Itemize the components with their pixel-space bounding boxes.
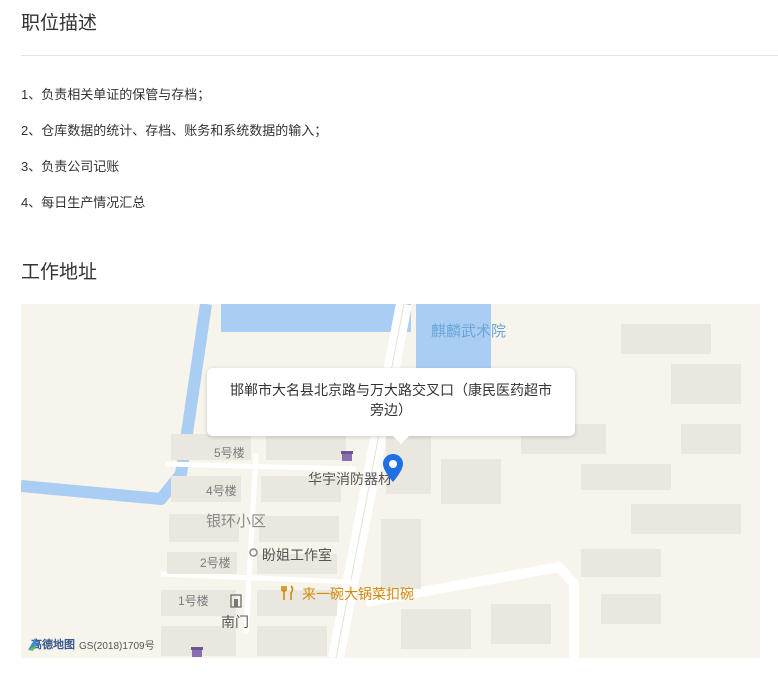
map-attribution: 高德地图 GS(2018)1709号 <box>27 636 155 652</box>
map-label-south-gate: 南门 <box>221 614 249 630</box>
location-map[interactable]: 麒麟武术院 5号楼 4号楼 银环小区 2号楼 1号楼 华宇消防器材 盼姐工作室 … <box>21 304 760 658</box>
map-label-building-1: 1号楼 <box>178 594 209 608</box>
address-text: 邯郸市大名县北京路与万大路交叉口（康民医药超市旁边） <box>230 382 552 418</box>
map-label-residential: 银环小区 <box>206 513 267 530</box>
map-label-building-5: 5号楼 <box>214 446 245 460</box>
map-label-studio: 盼姐工作室 <box>262 547 332 563</box>
map-label-fire-equipment: 华宇消防器材 <box>308 471 392 487</box>
job-description-title: 职位描述 <box>21 13 98 34</box>
title-divider <box>21 55 778 56</box>
map-label-building-4: 4号楼 <box>206 484 237 498</box>
desc-item-1: 1、负责相关单证的保管与存档； <box>21 87 211 102</box>
attribution-license: GS(2018)1709号 <box>79 640 155 652</box>
address-popup: 邯郸市大名县北京路与万大路交叉口（康民医药超市旁边） <box>207 368 575 444</box>
map-label-restaurant: 来一碗大锅菜扣碗 <box>302 586 414 602</box>
map-label-martial-arts: 麒麟武术院 <box>431 323 507 340</box>
work-location-title: 工作地址 <box>21 262 98 283</box>
desc-item-2: 2、仓库数据的统计、存档、账务和系统数据的输入； <box>21 123 328 138</box>
map-label-building-2: 2号楼 <box>200 556 231 570</box>
desc-item-4: 4、每日生产情况汇总 <box>21 195 146 210</box>
desc-item-3: 3、负责公司记账 <box>21 159 120 174</box>
location-pin-icon[interactable] <box>383 454 403 482</box>
